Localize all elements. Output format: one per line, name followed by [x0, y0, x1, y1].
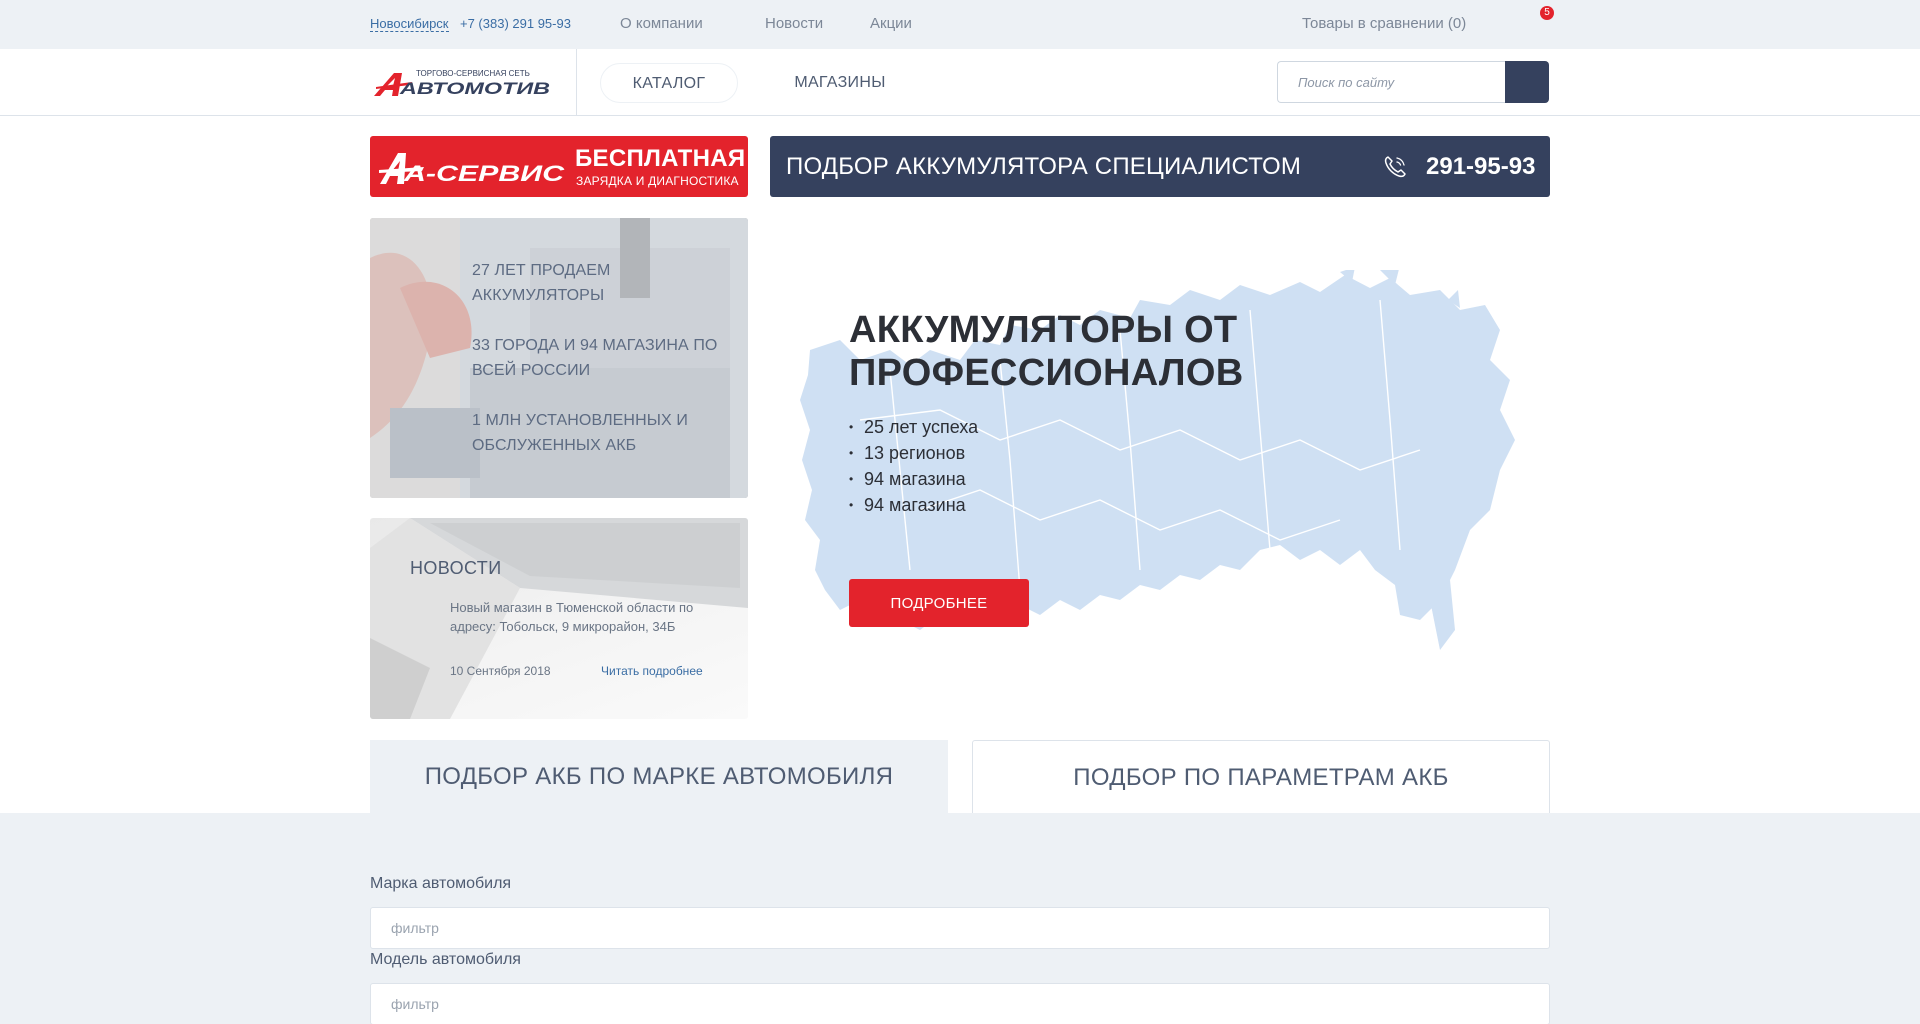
header: ТОРГОВО-СЕРВИСНАЯ СЕТЬ АВТОМОТИВ КАТАЛОГ…: [0, 49, 1920, 116]
news-card: НОВОСТИ Новый магазин в Тюменской област…: [370, 518, 748, 719]
fact-batteries: 1 МЛН УСТАНОВЛЕННЫХ И ОБСЛУЖЕННЫХ АКБ: [472, 412, 688, 454]
header-phone[interactable]: +7 (383) 291 95-93: [460, 16, 571, 31]
car-brand-input[interactable]: [370, 907, 1550, 949]
hero-benefits-list: 25 лет успеха 13 регионов 94 магазина 94…: [849, 414, 978, 518]
tab-by-car-brand[interactable]: ПОДБОР АКБ ПО МАРКЕ АВТОМОБИЛЯ: [370, 740, 948, 814]
aservice-logo-text: А-СЕРВИС: [403, 161, 566, 186]
specialist-banner[interactable]: ПОДБОР АККУМУЛЯТОРА СПЕЦИАЛИСТОМ 291-95-…: [770, 136, 1550, 197]
nav-catalog[interactable]: КАТАЛОГ: [600, 63, 738, 103]
nav-link-news[interactable]: Новости: [765, 15, 823, 33]
top-bar: Новосибирск +7 (383) 291 95-93 О компани…: [0, 0, 1920, 49]
specialist-phone[interactable]: 291-95-93: [1426, 154, 1535, 180]
hero-benefit: 13 регионов: [849, 440, 978, 466]
fact-cities: 33 ГОРОДА И 94 МАГАЗИНА ПО ВСЕЙ РОССИИ: [472, 337, 718, 379]
battery-selection-form: Марка автомобиля Модель автомобиля: [0, 813, 1920, 1024]
search-button[interactable]: [1505, 61, 1549, 103]
news-date: 10 Сентября 2018: [450, 664, 551, 678]
nav-link-promo[interactable]: Акции: [870, 15, 912, 33]
automotiv-logo[interactable]: ТОРГОВО-СЕРВИСНАЯ СЕТЬ АВТОМОТИВ: [372, 67, 554, 99]
aservice-subtitle: ЗАРЯДКА И ДИАГНОСТИКА: [576, 174, 739, 188]
facts-card: 27 ЛЕТ ПРОДАЕМ АККУМУЛЯТОРЫ 33 ГОРОДА И …: [370, 218, 748, 498]
hero-benefit: 25 лет успеха: [849, 414, 978, 440]
car-model-input[interactable]: [370, 983, 1550, 1024]
nav-link-about[interactable]: О компании: [620, 15, 703, 33]
more-button[interactable]: ПОДРОБНЕЕ: [849, 579, 1029, 627]
hero-title: АККУМУЛЯТОРЫ ОТ ПРОФЕССИОНАЛОВ: [849, 309, 1244, 394]
search-input[interactable]: [1277, 61, 1505, 103]
cart-count-badge[interactable]: 5: [1540, 6, 1554, 20]
city-selector[interactable]: Новосибирск: [370, 16, 449, 32]
compare-link[interactable]: Товары в сравнении (0): [1302, 15, 1466, 33]
hero-benefit: 94 магазина: [849, 492, 978, 518]
news-heading: НОВОСТИ: [410, 558, 502, 578]
header-divider: [576, 49, 577, 115]
logo-tagline: ТОРГОВО-СЕРВИСНАЯ СЕТЬ: [416, 69, 530, 78]
news-read-more-link[interactable]: Читать подробнее: [601, 664, 703, 678]
fact-years: 27 ЛЕТ ПРОДАЕМ АККУМУЛЯТОРЫ: [472, 262, 611, 304]
nav-shops[interactable]: МАГАЗИНЫ: [780, 63, 900, 103]
aservice-logo: А-СЕРВИС: [379, 153, 566, 186]
aservice-free-label: БЕСПЛАТНАЯ: [575, 145, 746, 172]
car-model-label: Модель автомобиля: [370, 951, 521, 968]
hero-benefit: 94 магазина: [849, 466, 978, 492]
specialist-title: ПОДБОР АККУМУЛЯТОРА СПЕЦИАЛИСТОМ: [786, 153, 1302, 180]
phone-icon: [1384, 156, 1406, 178]
aservice-banner[interactable]: А-СЕРВИС БЕСПЛАТНАЯ ЗАРЯДКА И ДИАГНОСТИК…: [370, 136, 748, 197]
news-text: Новый магазин в Тюменской области по адр…: [450, 600, 694, 634]
car-brand-label: Марка автомобиля: [370, 875, 512, 892]
logo-name: АВТОМОТИВ: [399, 79, 550, 98]
tab-by-battery-params[interactable]: ПОДБОР ПО ПАРАМЕТРАМ АКБ: [972, 740, 1550, 814]
